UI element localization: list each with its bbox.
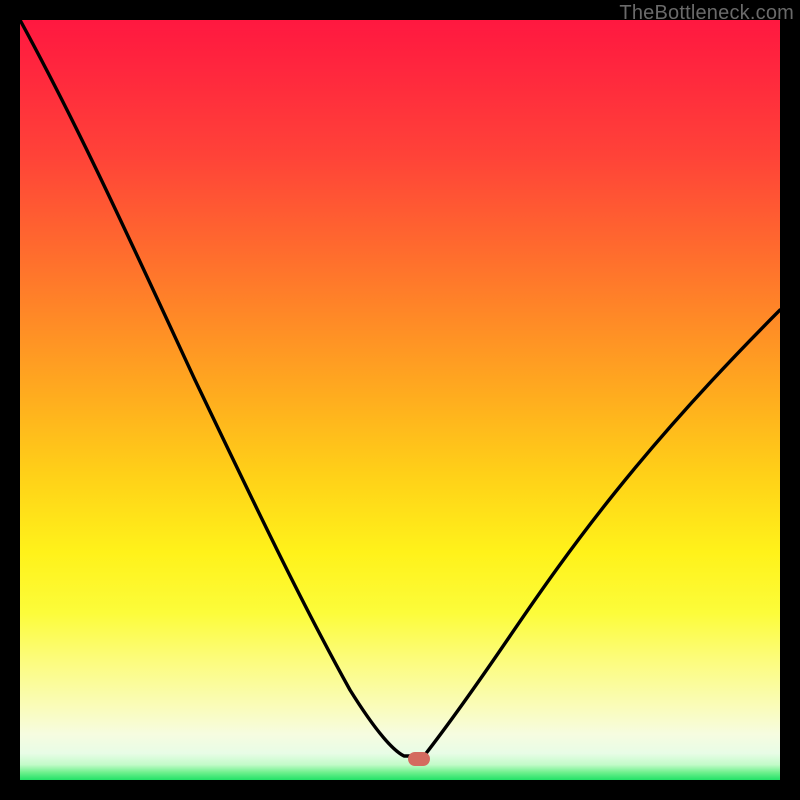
chart-container: TheBottleneck.com [0,0,800,800]
watermark-text: TheBottleneck.com [619,2,794,25]
bottleneck-curve [20,20,780,780]
optimal-point-marker [408,752,430,766]
plot-area [20,20,780,780]
